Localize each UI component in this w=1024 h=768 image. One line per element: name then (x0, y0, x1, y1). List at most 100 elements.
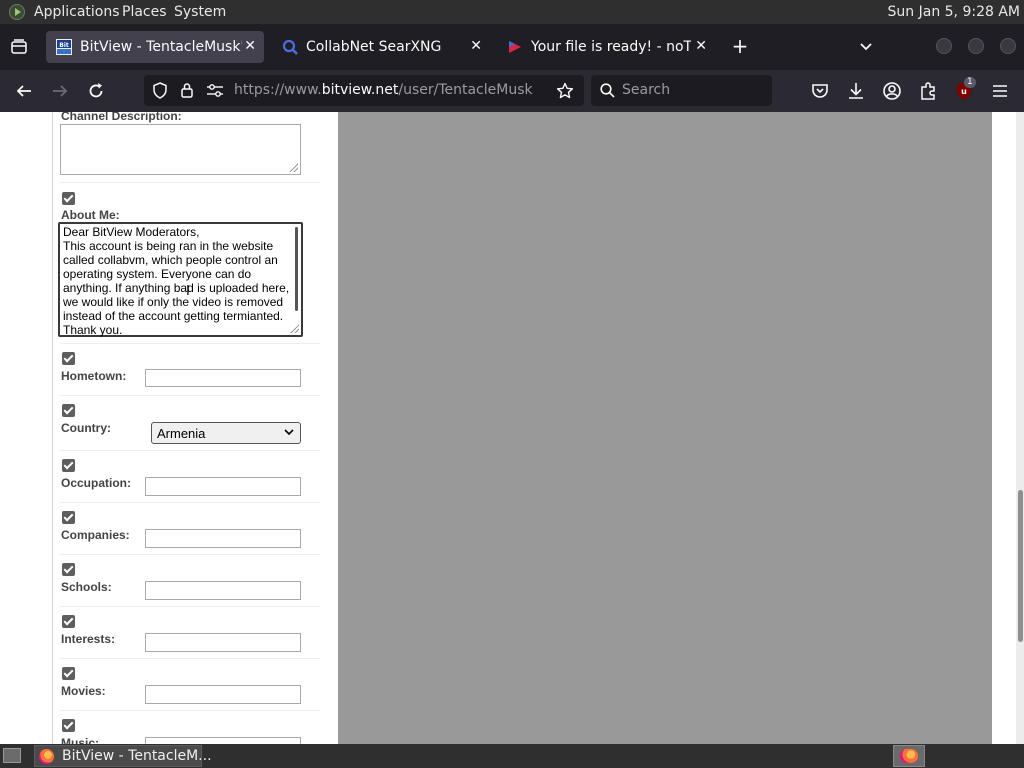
lock-icon[interactable] (180, 82, 194, 99)
navigation-toolbar: https://www.bitview.net/user/TentacleMus… (0, 70, 1024, 112)
places-menu[interactable]: Places (122, 4, 167, 20)
close-window-button[interactable] (1000, 38, 1016, 54)
hometown-checkbox[interactable] (62, 352, 75, 365)
occupation-label: Occupation: (61, 476, 132, 490)
occupation-input[interactable] (145, 477, 301, 496)
system-top-panel: Applications Places System Sun Jan 5, 9:… (0, 0, 1024, 24)
taskbar-window-button[interactable]: BitView - TentacleM... (34, 745, 212, 767)
distro-logo-icon[interactable] (9, 4, 25, 20)
applications-menu[interactable]: Applications (34, 4, 120, 20)
about-me-text: Dear BitView Moderators, This account is… (63, 225, 290, 337)
country-select[interactable]: Armenia (151, 422, 301, 444)
account-icon[interactable] (882, 81, 902, 101)
divider (60, 450, 320, 451)
firefox-view-icon[interactable] (10, 38, 28, 56)
music-input[interactable] (145, 737, 301, 744)
maximize-window-button[interactable] (968, 38, 984, 54)
text-cursor-icon: I (186, 284, 190, 299)
country-checkbox[interactable] (62, 404, 75, 417)
search-icon (600, 83, 615, 98)
country-selected-value: Armenia (157, 426, 206, 441)
gray-overlay-area (338, 112, 992, 744)
textarea-scrollbar[interactable] (295, 227, 298, 311)
new-tab-button[interactable]: + (729, 32, 751, 60)
companies-label: Companies: (61, 528, 130, 542)
search-bar[interactable]: Search (591, 75, 772, 106)
resize-grip-icon[interactable] (289, 323, 299, 333)
divider (60, 658, 320, 659)
about-me-checkbox[interactable] (62, 192, 75, 205)
search-placeholder: Search (622, 82, 671, 98)
tracking-protection-shield-icon[interactable] (152, 82, 168, 99)
back-arrow-icon[interactable] (14, 81, 34, 101)
page-viewport: Channel Description: About Me: Dear BitV… (0, 112, 1024, 744)
divider (60, 395, 320, 396)
close-tab-icon[interactable]: ✕ (244, 38, 256, 54)
about-me-label: About Me: (61, 208, 120, 222)
tab-notube[interactable]: Your file is ready! - noTube ✕ (497, 31, 715, 63)
minimize-window-button[interactable] (936, 38, 952, 54)
hamburger-menu-icon[interactable] (990, 81, 1010, 101)
chevron-down-icon (284, 429, 294, 436)
resize-grip-icon[interactable] (288, 162, 298, 172)
url-bar[interactable]: https://www.bitview.net/user/TentacleMus… (144, 75, 584, 106)
system-menu[interactable]: System (174, 4, 226, 20)
divider (60, 502, 320, 503)
divider (60, 343, 320, 344)
svg-text:Bit: Bit (59, 42, 69, 49)
divider (60, 710, 320, 711)
page-scrollbar-thumb[interactable] (1018, 490, 1023, 642)
tab-title: BitView - TentacleMusk's Ch (80, 39, 242, 55)
divider (60, 606, 320, 607)
svg-text:u: u (961, 87, 967, 96)
about-me-textarea[interactable]: Dear BitView Moderators, This account is… (58, 222, 303, 337)
divider (60, 554, 320, 555)
channel-description-label: Channel Description: (61, 112, 182, 123)
close-tab-icon[interactable]: ✕ (695, 38, 707, 54)
workspace-switcher[interactable] (893, 745, 925, 767)
extensions-puzzle-icon[interactable] (918, 81, 938, 101)
url-text[interactable]: https://www.bitview.net/user/TentacleMus… (234, 82, 533, 99)
movies-label: Movies: (61, 684, 106, 698)
ublock-badge-count: 1 (964, 77, 976, 88)
tab-searxng[interactable]: CollabNet SearXNG ✕ (272, 31, 490, 63)
downloads-icon[interactable] (846, 81, 866, 101)
movies-input[interactable] (145, 685, 301, 704)
interests-input[interactable] (145, 633, 301, 652)
reload-icon[interactable] (86, 81, 106, 101)
hometown-input[interactable] (145, 369, 301, 387)
music-label: Music: (61, 736, 100, 744)
notube-icon (509, 41, 521, 53)
clock[interactable]: Sun Jan 5, 9:28 AM (888, 4, 1020, 20)
movies-checkbox[interactable] (62, 667, 75, 680)
channel-description-textarea[interactable] (60, 124, 301, 175)
interests-label: Interests: (61, 632, 116, 646)
forward-arrow-icon[interactable] (50, 81, 70, 101)
schools-checkbox[interactable] (62, 563, 75, 576)
hometown-label: Hometown: (61, 369, 127, 383)
permissions-icon[interactable] (206, 83, 224, 98)
music-checkbox[interactable] (62, 719, 75, 732)
pocket-icon[interactable] (810, 81, 830, 101)
firefox-icon (39, 749, 54, 764)
interests-checkbox[interactable] (62, 615, 75, 628)
bookmark-star-icon[interactable] (556, 82, 574, 100)
tab-bitview[interactable]: Bit BitView - TentacleMusk's Ch ✕ (46, 31, 264, 63)
schools-label: Schools: (61, 580, 112, 594)
show-desktop-icon[interactable] (3, 748, 21, 763)
taskbar-window-title: BitView - TentacleM... (62, 748, 212, 764)
tab-title: CollabNet SearXNG (306, 39, 442, 55)
page-scrollbar[interactable] (1016, 112, 1024, 744)
companies-input[interactable] (145, 529, 301, 548)
list-all-tabs-chevron-icon[interactable] (858, 38, 874, 54)
country-label: Country: (61, 421, 111, 435)
bitview-logo-icon: Bit (56, 39, 72, 55)
close-tab-icon[interactable]: ✕ (470, 38, 482, 54)
bottom-taskbar: BitView - TentacleM... (0, 744, 1024, 768)
tab-title: Your file is ready! - noTube (531, 39, 691, 55)
schools-input[interactable] (145, 581, 301, 600)
searxng-icon (282, 39, 298, 55)
occupation-checkbox[interactable] (62, 459, 75, 472)
divider (60, 182, 320, 183)
companies-checkbox[interactable] (62, 511, 75, 524)
